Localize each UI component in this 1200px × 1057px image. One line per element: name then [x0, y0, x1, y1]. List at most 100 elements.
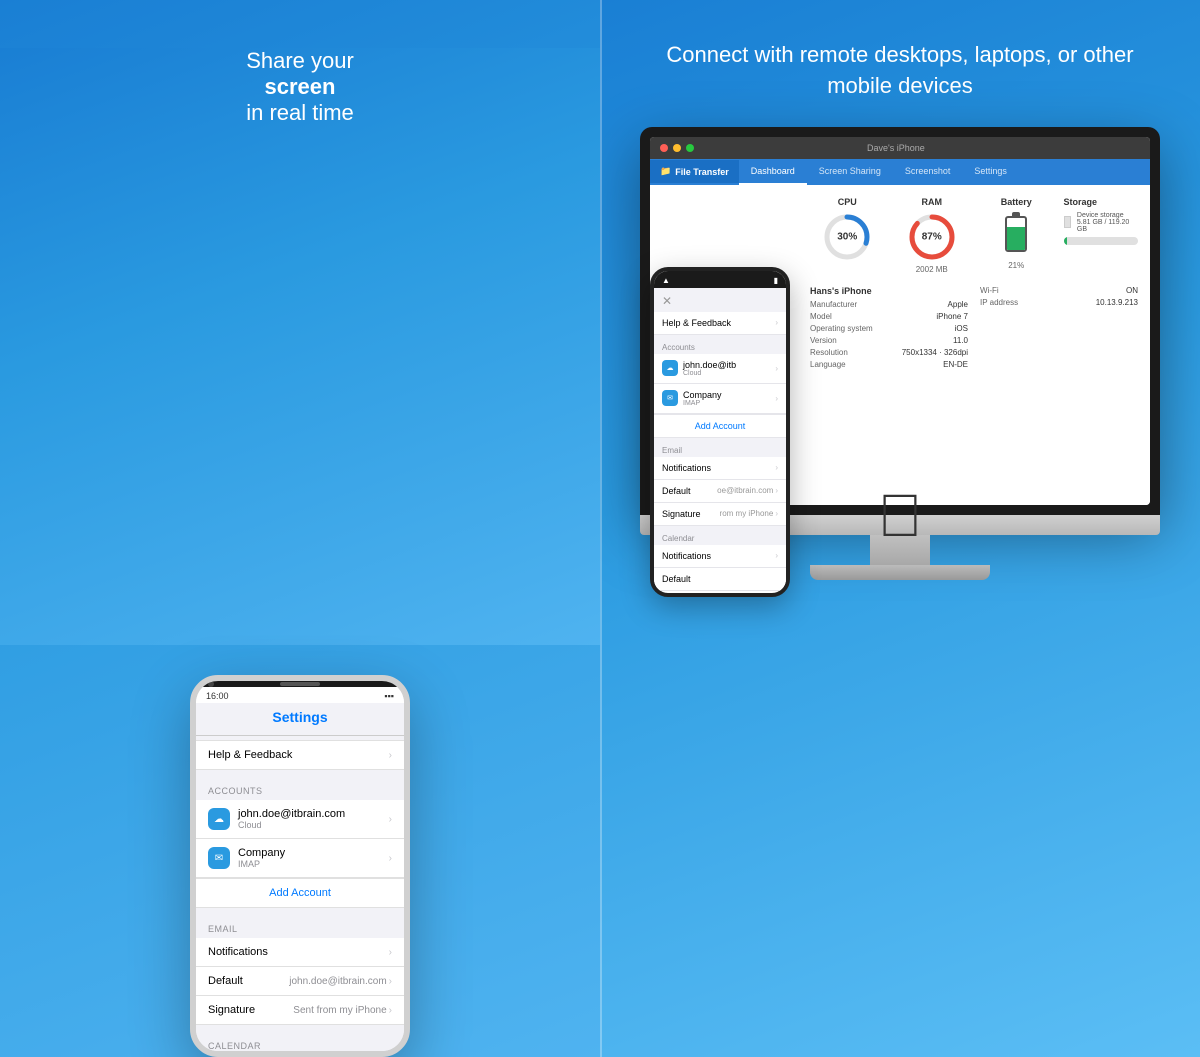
- signature-value: Sent from my iPhone: [293, 1005, 386, 1016]
- imac-mockup: Dave's iPhone 📁 File Transfer Dashboard …: [620, 127, 1180, 580]
- titlebar-minimize-dot[interactable]: [673, 144, 681, 152]
- storage-fill: [1064, 237, 1068, 245]
- device-info: Hans's iPhone Manufacturer Apple Model i…: [810, 286, 1138, 372]
- ram-label: RAM: [922, 197, 943, 207]
- emb-close-icon[interactable]: ✕: [662, 294, 672, 308]
- app-nav-tabs: Dashboard Screen Sharing Screenshot Sett…: [739, 159, 1150, 185]
- ram-sub: 2002 MB: [916, 265, 948, 274]
- chevron-icon: ›: [389, 947, 392, 958]
- account2-icon: ✉: [208, 847, 230, 869]
- emb-default-row[interactable]: Default oe@itbrain.com ›: [654, 480, 786, 503]
- emb-sig-row[interactable]: Signature rom my iPhone ›: [654, 503, 786, 526]
- chevron-icon: ›: [389, 1005, 392, 1016]
- cpu-stat: CPU 30%: [810, 197, 885, 274]
- emb-account1-row[interactable]: ☁ john.doe@itb Cloud ›: [654, 354, 786, 384]
- tagline-post: in real time: [246, 100, 354, 126]
- default-value: john.doe@itbrain.com: [289, 976, 386, 987]
- resolution-val: 750x1334 · 326dpi: [902, 348, 968, 357]
- calendar-section-header: Calendar: [196, 1029, 404, 1055]
- emb-notif-label: Notifications: [662, 463, 711, 473]
- emb-calendar-header: Calendar: [654, 528, 786, 545]
- signature-row[interactable]: Signature Sent from my iPhone ›: [196, 996, 404, 1025]
- emb-help-label: Help & Feedback: [662, 318, 731, 328]
- tab-dashboard[interactable]: Dashboard: [739, 159, 807, 185]
- ram-gauge: 87%: [907, 212, 957, 262]
- emb-sig-val: rom my iPhone: [720, 509, 774, 518]
- help-feedback-label: Help & Feedback: [208, 749, 292, 761]
- app-name: File Transfer: [675, 167, 729, 177]
- file-transfer-icon: 📁: [660, 166, 671, 177]
- os-row: Operating system iOS: [810, 324, 968, 333]
- cpu-value: 30%: [837, 231, 857, 242]
- iphone-settings-screen: 16:00 ▪▪▪ Settings Help & Feedback › Acc…: [196, 687, 404, 1057]
- language-val: EN-DE: [943, 360, 968, 369]
- tab-screen-sharing[interactable]: Screen Sharing: [807, 159, 893, 185]
- emb-chevron: ›: [775, 486, 778, 495]
- os-key: Operating system: [810, 324, 873, 333]
- emb-account1-name: john.doe@itb: [683, 360, 736, 370]
- emb-help-row[interactable]: Help & Feedback ›: [654, 312, 786, 335]
- iphone-time: 16:00: [206, 691, 229, 701]
- emb-wifi-icon: ▲: [662, 276, 670, 285]
- model-row: Model iPhone 7: [810, 312, 968, 321]
- left-panel: Share your screen in real time 16:00 ▪▪▪…: [0, 0, 600, 1057]
- battery-value: 21%: [1008, 261, 1024, 270]
- version-val: 11.0: [953, 336, 968, 345]
- emb-accounts-header: Accounts: [654, 337, 786, 354]
- email-notifications-row[interactable]: Notifications ›: [196, 938, 404, 967]
- emb-account2-name: Company: [683, 390, 722, 400]
- account1-icon: ☁: [208, 808, 230, 830]
- cpu-label: CPU: [838, 197, 857, 207]
- help-feedback-row[interactable]: Help & Feedback ›: [196, 740, 404, 770]
- emb-cal-notif-row[interactable]: Notifications ›: [654, 545, 786, 568]
- iphone-mockup: 16:00 ▪▪▪ Settings Help & Feedback › Acc…: [190, 675, 410, 1057]
- account1-type: Cloud: [238, 820, 345, 830]
- titlebar-close-dot[interactable]: [660, 144, 668, 152]
- notifications-label: Notifications: [208, 946, 268, 958]
- emb-cal-default-row[interactable]: Default: [654, 568, 786, 591]
- account2-type: IMAP: [238, 859, 285, 869]
- emb-account2-row[interactable]: ✉ Company IMAP ›: [654, 384, 786, 414]
- emb-add-account[interactable]: Add Account: [654, 414, 786, 438]
- titlebar-device-name: Dave's iPhone: [867, 143, 925, 153]
- emb-email-header: Email: [654, 440, 786, 457]
- emb-chevron: ›: [775, 394, 778, 403]
- right-tagline-bold: Connect: [666, 42, 748, 67]
- ram-stat: RAM 87% 2002 MB: [895, 197, 970, 274]
- chevron-icon: ›: [389, 976, 392, 987]
- app-nav: 📁 File Transfer Dashboard Screen Sharing…: [650, 159, 1150, 185]
- emb-cloud-icon: ☁: [662, 360, 678, 376]
- device-name: Hans's iPhone: [810, 286, 968, 296]
- emb-cal-notif-label: Notifications: [662, 551, 711, 561]
- emb-account1-sub: Cloud: [683, 370, 736, 377]
- emb-chevron: ›: [775, 551, 778, 560]
- default-row[interactable]: Default john.doe@itbrain.com ›: [196, 967, 404, 996]
- emb-sig-label: Signature: [662, 509, 701, 519]
- emb-email-notif-row[interactable]: Notifications ›: [654, 457, 786, 480]
- ip-row: IP address 10.13.9.213: [980, 298, 1138, 307]
- apple-logo-icon: : [878, 481, 923, 550]
- emb-chevron: ›: [775, 364, 778, 373]
- chevron-icon: ›: [389, 750, 392, 761]
- tab-screenshot[interactable]: Screenshot: [893, 159, 963, 185]
- default-label: Default: [208, 975, 243, 987]
- tab-settings[interactable]: Settings: [962, 159, 1019, 185]
- embedded-iphone: ▲ ▮ ✕ Help & Feedback › Acc: [650, 267, 790, 597]
- manufacturer-val: Apple: [948, 300, 968, 309]
- embedded-settings: ✕ Help & Feedback › Accounts ☁: [654, 288, 786, 591]
- account2-row[interactable]: ✉ Company IMAP ›: [196, 839, 404, 878]
- titlebar-maximize-dot[interactable]: [686, 144, 694, 152]
- right-tagline-post: with remote desktops, laptops, or other …: [754, 42, 1133, 98]
- embedded-iphone-topbar: ▲ ▮: [654, 271, 786, 288]
- embedded-settings-header: ✕: [654, 288, 786, 312]
- wifi-val: ON: [1126, 286, 1138, 295]
- right-panel: Connect with remote desktops, laptops, o…: [600, 0, 1200, 1057]
- emb-default-label: Default: [662, 486, 691, 496]
- storage-label: Storage: [1064, 197, 1139, 207]
- settings-title: Settings: [272, 709, 327, 725]
- add-account-button[interactable]: Add Account: [196, 878, 404, 908]
- account1-row[interactable]: ☁ john.doe@itbrain.com Cloud ›: [196, 800, 404, 839]
- language-key: Language: [810, 360, 846, 369]
- resolution-row: Resolution 750x1334 · 326dpi: [810, 348, 968, 357]
- chevron-icon: ›: [389, 814, 392, 825]
